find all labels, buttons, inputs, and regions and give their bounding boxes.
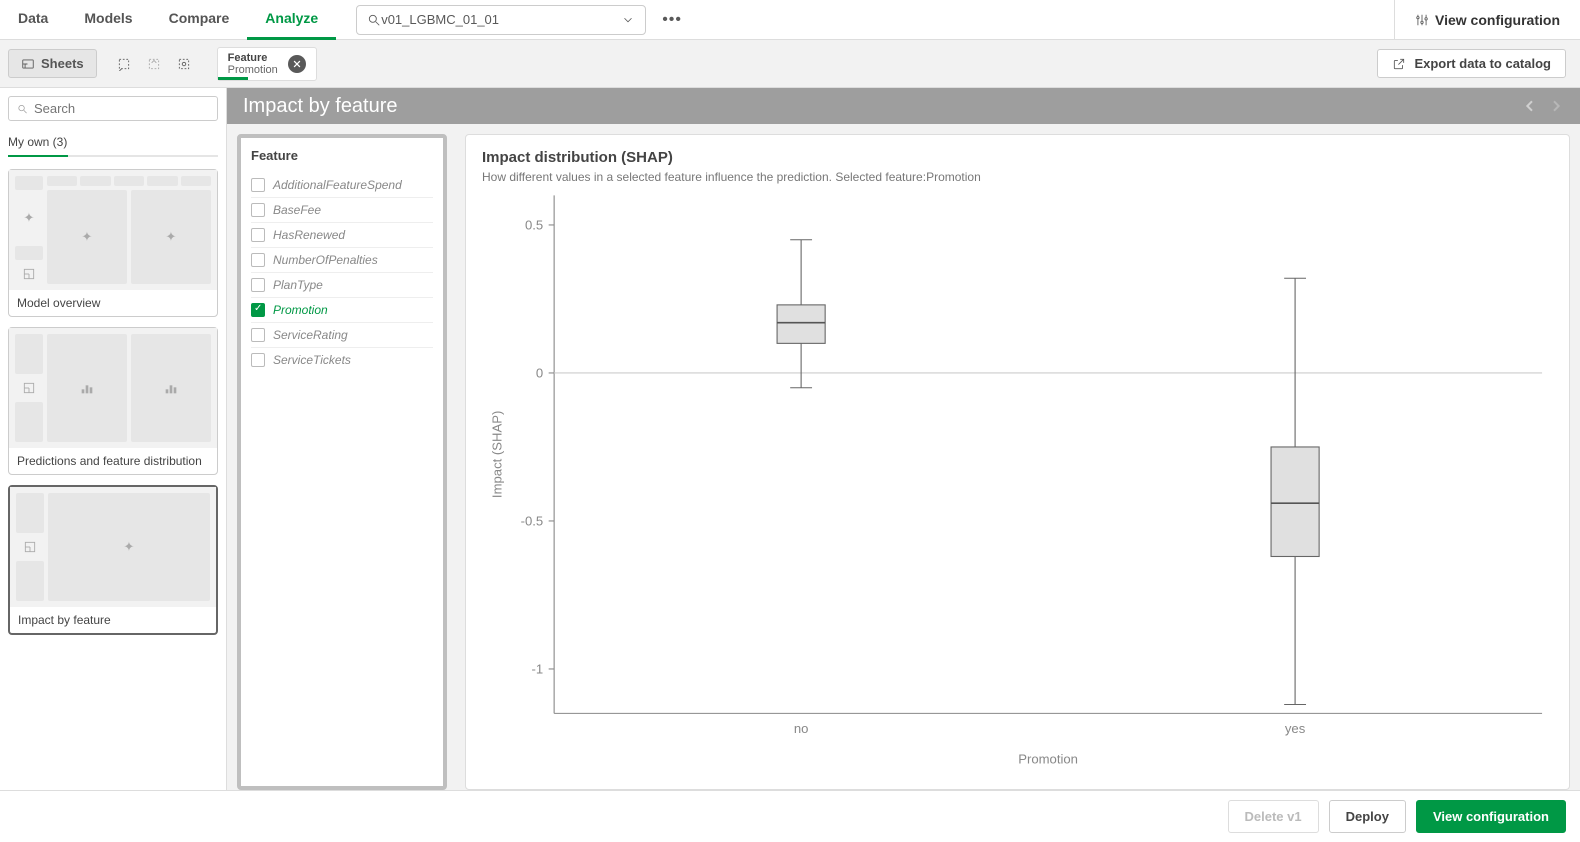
feature-row-hasrenewed[interactable]: HasRenewed (251, 222, 433, 247)
footer: Delete v1 Deploy View configuration (0, 790, 1580, 842)
svg-text:-1: -1 (532, 661, 544, 676)
tab-compare[interactable]: Compare (151, 0, 248, 40)
checkbox-icon (251, 228, 265, 242)
svg-text:-0.5: -0.5 (521, 513, 544, 528)
sheet-card-label: Predictions and feature distribution (9, 448, 217, 474)
sheet-card-model-overview[interactable]: ✦ ✦ ✦ Model overview (8, 169, 218, 317)
main: My own (3) ✦ ✦ (0, 88, 1580, 790)
shap-boxplot-chart[interactable]: -1 -0.5 0 0.5 no yes Promotion Impact (SHAP) (482, 184, 1553, 775)
tab-data[interactable]: Data (0, 0, 66, 40)
feature-row-label: HasRenewed (273, 228, 345, 242)
feature-row-label: AdditionalFeatureSpend (273, 178, 402, 192)
svg-text:Impact (SHAP): Impact (SHAP) (490, 411, 505, 498)
deploy-button[interactable]: Deploy (1329, 800, 1406, 833)
filter-chip-close[interactable] (288, 55, 306, 73)
content-header: Impact by feature (227, 88, 1580, 124)
feature-row-promotion[interactable]: Promotion (251, 297, 433, 322)
export-icon (1392, 57, 1406, 71)
more-menu-button[interactable]: ••• (656, 7, 688, 33)
tab-models[interactable]: Models (66, 0, 150, 40)
feature-row-basefee[interactable]: BaseFee (251, 197, 433, 222)
chart-description: How different values in a selected featu… (482, 170, 1553, 184)
feature-row-label: ServiceTickets (273, 353, 351, 367)
toolbar: Sheets Feature Promotion Export data to … (0, 40, 1580, 88)
view-configuration-button[interactable]: View configuration (1416, 800, 1566, 833)
checkbox-icon (251, 203, 265, 217)
content: Impact by feature Feature AdditionalFeat… (227, 88, 1580, 790)
sliders-icon (1415, 13, 1429, 27)
sheet-card-label: Impact by feature (10, 607, 216, 633)
feature-row-label: PlanType (273, 278, 323, 292)
tab-analyze[interactable]: Analyze (247, 0, 336, 40)
checkbox-icon (251, 303, 265, 317)
feature-row-servicerating[interactable]: ServiceRating (251, 322, 433, 347)
feature-row-numberofpenalties[interactable]: NumberOfPenalties (251, 247, 433, 272)
sidebar-search[interactable] (8, 96, 218, 121)
sheet-card-predictions[interactable]: Predictions and feature distribution (8, 327, 218, 475)
filter-chip-label: Feature (228, 52, 278, 64)
sheet-card-impact-by-feature[interactable]: ✦ Impact by feature (8, 485, 218, 635)
checkbox-icon (251, 178, 265, 192)
top-nav: Data Models Compare Analyze v01_LGBMC_01… (0, 0, 1580, 40)
svg-text:0: 0 (536, 365, 543, 380)
svg-text:no: no (794, 721, 809, 736)
selection-tool-lasso[interactable] (117, 57, 131, 71)
close-icon (292, 59, 302, 69)
svg-text:yes: yes (1285, 721, 1306, 736)
sheet-prev-button[interactable] (1522, 98, 1538, 114)
sheets-button-label: Sheets (41, 56, 84, 71)
model-selector-value: v01_LGBMC_01_01 (381, 12, 499, 27)
svg-text:0.5: 0.5 (525, 217, 543, 232)
checkbox-icon (251, 253, 265, 267)
selection-tools (117, 57, 191, 71)
view-configuration-top-button[interactable]: View configuration (1394, 0, 1580, 40)
feature-row-label: ServiceRating (273, 328, 348, 342)
feature-row-additionalfeaturespend[interactable]: AdditionalFeatureSpend (251, 173, 433, 197)
delete-button: Delete v1 (1228, 800, 1319, 833)
feature-row-servicetickets[interactable]: ServiceTickets (251, 347, 433, 372)
filter-chip-feature[interactable]: Feature Promotion (217, 47, 317, 81)
sheet-card-label: Model overview (9, 290, 217, 316)
chart-panel: Impact distribution (SHAP) How different… (465, 134, 1570, 790)
top-nav-tabs: Data Models Compare Analyze (0, 0, 336, 40)
filter-chip-value: Promotion (228, 64, 278, 76)
model-selector[interactable]: v01_LGBMC_01_01 (356, 5, 646, 35)
view-configuration-top-label: View configuration (1435, 12, 1560, 28)
feature-row-label: NumberOfPenalties (273, 253, 378, 267)
chevron-down-icon (621, 13, 635, 27)
search-icon (17, 103, 28, 115)
svg-text:Promotion: Promotion (1018, 752, 1078, 767)
selection-tool-step-back[interactable] (147, 57, 161, 71)
feature-panel-title: Feature (251, 148, 433, 163)
export-button-label: Export data to catalog (1414, 56, 1551, 71)
search-icon (367, 13, 381, 27)
sidebar-search-input[interactable] (34, 101, 209, 116)
feature-row-label: Promotion (273, 303, 328, 317)
feature-row-label: BaseFee (273, 203, 321, 217)
sheets-button[interactable]: Sheets (8, 49, 97, 78)
sidebar: My own (3) ✦ ✦ (0, 88, 227, 790)
content-title: Impact by feature (243, 95, 398, 118)
sheets-icon (21, 57, 35, 71)
feature-panel: Feature AdditionalFeatureSpend BaseFee Has… (237, 134, 447, 790)
sidebar-group-label: My own (3) (8, 135, 218, 155)
export-button[interactable]: Export data to catalog (1377, 49, 1566, 78)
chart-title: Impact distribution (SHAP) (482, 149, 1553, 166)
checkbox-icon (251, 278, 265, 292)
checkbox-icon (251, 353, 265, 367)
feature-row-plantype[interactable]: PlanType (251, 272, 433, 297)
selection-tool-clear[interactable] (177, 57, 191, 71)
checkbox-icon (251, 328, 265, 342)
sheet-next-button[interactable] (1548, 98, 1564, 114)
